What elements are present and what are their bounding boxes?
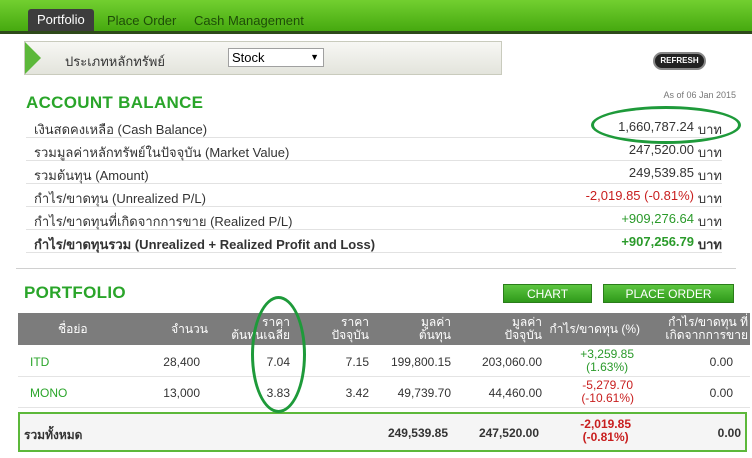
market-value-cell: 44,460.00 — [488, 386, 542, 400]
total-pl-row: กำไร/ขาดทุนรวม (Unrealized + Realized Pr… — [26, 231, 722, 253]
table-row: MONO 13,000 3.83 3.42 49,739.70 44,460.0… — [18, 377, 750, 408]
table-row: ITD 28,400 7.04 7.15 199,800.15 203,060.… — [18, 346, 750, 377]
col-realized-pl: กำไร/ขาดทุน ที่ เกิดจากการขาย — [665, 316, 748, 342]
balance-value: +909,276.64 — [621, 211, 694, 226]
total-cost-value: 249,539.85 — [387, 426, 448, 440]
realized-pl-row: กำไร/ขาดทุนที่เกิดจากการขาย (Realized P/… — [26, 208, 722, 230]
balance-value: -2,019.85 (-0.81%) — [585, 188, 694, 203]
as-of-date: As of 06 Jan 2015 — [663, 90, 736, 100]
place-order-button[interactable]: PLACE ORDER — [603, 284, 734, 303]
col-market-price-line1: ราคา — [341, 315, 369, 329]
total-pl-amount: -2,019.85 — [580, 417, 631, 431]
portfolio-title: PORTFOLIO — [24, 283, 126, 302]
tab-portfolio[interactable]: Portfolio — [28, 9, 94, 31]
symbol-link[interactable]: ITD — [30, 355, 49, 369]
balance-label: รวมมูลค่าหลักทรัพย์ในปัจจุบัน (Market Va… — [34, 145, 290, 160]
market-value-row: รวมมูลค่าหลักทรัพย์ในปัจจุบัน (Market Va… — [26, 139, 722, 161]
cost-value-cell: 199,800.15 — [390, 355, 451, 369]
balance-label: กำไร/ขาดทุนที่เกิดจากการขาย (Realized P/… — [34, 214, 293, 229]
tab-place-order[interactable]: Place Order — [107, 10, 176, 31]
balance-value: 249,539.85 — [628, 165, 694, 180]
pl-amount: -5,279.70 — [582, 378, 634, 392]
col-realized-line1: กำไร/ขาดทุน ที่ — [668, 315, 748, 329]
col-cost-value-line1: มูลค่า — [420, 315, 451, 329]
market-price-cell: 7.15 — [345, 355, 369, 369]
total-pl: -2,019.85 (-0.81%) — [580, 418, 631, 444]
market-price-cell: 3.42 — [345, 386, 369, 400]
col-unrealized-pl: กำไร/ขาดทุน (%) — [549, 322, 640, 336]
volume-cell: 13,000 — [163, 386, 200, 400]
balance-value: 1,660,787.24 — [618, 119, 694, 134]
col-symbol: ชื่อย่อ — [58, 322, 88, 336]
realized-cell: 0.00 — [709, 355, 733, 369]
section-divider — [16, 268, 736, 269]
cost-value-cell: 49,739.70 — [397, 386, 451, 400]
pl-percent: (1.63%) — [586, 360, 629, 374]
top-tab-bar: Portfolio Place Order Cash Management — [0, 0, 752, 34]
balance-label: เงินสดคงเหลือ (Cash Balance) — [34, 122, 208, 137]
col-volume: จำนวน — [171, 322, 208, 336]
col-avg-cost-line2: ต้นทุนเฉลี่ย — [231, 328, 290, 342]
total-realized: 0.00 — [717, 426, 741, 440]
security-type-label: ประเภทหลักทรัพย์ — [65, 54, 165, 69]
col-realized-line2: เกิดจากการขาย — [665, 328, 748, 342]
total-pl-percent: (-0.81%) — [582, 430, 629, 444]
currency-unit: บาท — [697, 237, 722, 252]
pl-cell: -5,279.70 (-10.61%) — [581, 379, 634, 405]
col-avg-cost-line1: ราคา — [262, 315, 290, 329]
tab-cash-management[interactable]: Cash Management — [194, 10, 304, 31]
realized-cell: 0.00 — [709, 386, 733, 400]
currency-unit: บาท — [697, 214, 722, 229]
total-label: รวมทั้งหมด — [24, 428, 83, 442]
balance-label: รวมต้นทุน (Amount) — [34, 168, 149, 183]
currency-unit: บาท — [697, 145, 722, 160]
balance-label: กำไร/ขาดทุน (Unrealized P/L) — [34, 191, 206, 206]
unrealized-pl-row: กำไร/ขาดทุน (Unrealized P/L) -2,019.85 (… — [26, 185, 722, 207]
balance-value: 247,520.00 — [628, 142, 694, 157]
security-type-selected: Stock — [232, 50, 265, 65]
currency-unit: บาท — [697, 122, 722, 137]
caret-down-icon: ▼ — [310, 52, 319, 62]
portfolio-table-header: ชื่อย่อ จำนวน ราคา ต้นทุนเฉลี่ย ราคา ปัจ… — [18, 313, 750, 345]
amount-row: รวมต้นทุน (Amount) 249,539.85 บาท — [26, 162, 722, 184]
symbol-link[interactable]: MONO — [30, 386, 67, 400]
col-cost-value: มูลค่า ต้นทุน — [419, 316, 451, 342]
col-cost-value-line2: ต้นทุน — [418, 328, 451, 342]
portfolio-total-row: รวมทั้งหมด 249,539.85 247,520.00 -2,019.… — [18, 412, 747, 452]
balance-label: กำไร/ขาดทุนรวม (Unrealized + Realized Pr… — [34, 237, 376, 252]
security-type-filter-bar: ประเภทหลักทรัพย์ Stock ▼ — [24, 41, 502, 75]
col-market-price: ราคา ปัจจุบัน — [332, 316, 370, 342]
col-market-value-line2: ปัจจุบัน — [504, 328, 543, 342]
total-market-value: 247,520.00 — [478, 426, 539, 440]
avg-cost-cell: 7.04 — [266, 355, 290, 369]
refresh-button[interactable]: REFRESH — [653, 52, 706, 70]
col-market-value-line1: มูลค่า — [511, 315, 542, 329]
col-market-price-line2: ปัจจุบัน — [331, 328, 370, 342]
balance-value: +907,256.79 — [621, 234, 694, 249]
chart-button[interactable]: CHART — [503, 284, 592, 303]
arrow-icon — [25, 42, 41, 74]
volume-cell: 28,400 — [163, 355, 200, 369]
col-avg-cost: ราคา ต้นทุนเฉลี่ย — [231, 316, 290, 342]
currency-unit: บาท — [697, 191, 722, 206]
account-balance-title: ACCOUNT BALANCE — [26, 93, 204, 112]
market-value-cell: 203,060.00 — [481, 355, 542, 369]
pl-percent: (-10.61%) — [581, 391, 634, 405]
security-type-select[interactable]: Stock ▼ — [228, 48, 324, 67]
cash-balance-row: เงินสดคงเหลือ (Cash Balance) 1,660,787.2… — [26, 116, 722, 138]
pl-amount: +3,259.85 — [580, 347, 634, 361]
col-market-value: มูลค่า ปัจจุบัน — [505, 316, 543, 342]
pl-cell: +3,259.85 (1.63%) — [580, 348, 634, 374]
currency-unit: บาท — [697, 168, 722, 183]
avg-cost-cell: 3.83 — [266, 386, 290, 400]
